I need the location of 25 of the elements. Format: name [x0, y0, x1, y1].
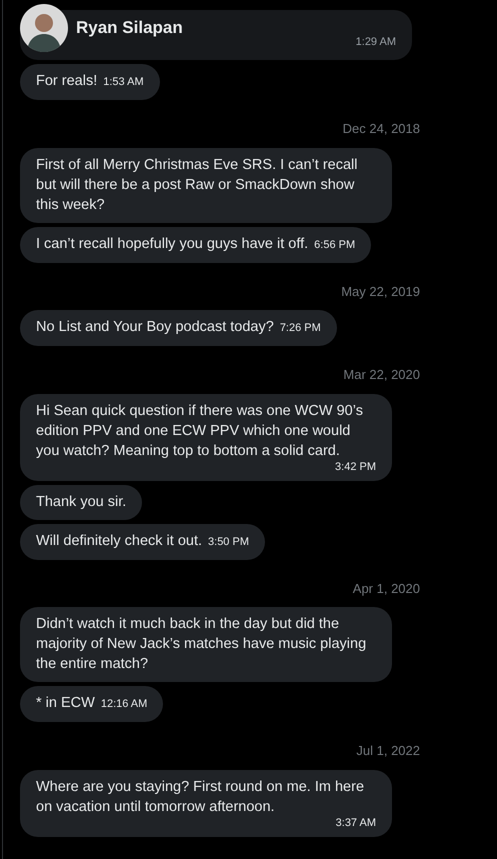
- date-label: Apr 1, 2020: [352, 580, 420, 598]
- message-text: I can’t recall hopefully you guys have it off.: [36, 236, 308, 252]
- message-time: 3:42 PM: [334, 460, 376, 472]
- date-label: Mar 22, 2020: [342, 366, 420, 384]
- message-time: 1:29 AM: [356, 35, 396, 50]
- date-label: Dec 24, 2018: [342, 120, 420, 138]
- message-time: 12:16 AM: [100, 698, 148, 710]
- message-text: Thank you sir.: [36, 494, 126, 510]
- date-label: May 22, 2019: [340, 282, 420, 301]
- avatar: [20, 4, 68, 52]
- message-text: Will definitely check it out.: [36, 532, 202, 548]
- message-text: Where are you staying? First round on me. Im here on vacation until tomorrow afternoon.: [36, 778, 364, 814]
- message-text: Hi Sean quick question if there was one WCW 90’s edition PPV and one ECW PPV which one would you watch? Meaning top to bottom a solid card.: [36, 402, 363, 458]
- message-text: No List and Your Boy podcast today?: [36, 319, 274, 335]
- message-time: 3:37 AM: [334, 816, 376, 828]
- message-time: 6:56 PM: [314, 238, 356, 250]
- contact-name: Ryan Silapan: [76, 17, 183, 40]
- date-label: Jul 1, 2022: [355, 742, 420, 760]
- message-text: First of all Merry Christmas Eve SRS. I can’t recall but will there be a post Raw or SmackDown show this week?: [36, 156, 358, 212]
- message-text: For reals!: [36, 73, 98, 89]
- message-text: Didn’t watch it much back in the day but did the majority of New Jack’s matches have music playing the entire match?: [36, 616, 366, 672]
- message-time: 1:53 AM: [103, 76, 144, 88]
- message-text: * in ECW: [36, 695, 95, 711]
- message-time: 3:50 PM: [208, 536, 249, 548]
- message-time: 7:26 PM: [280, 322, 321, 334]
